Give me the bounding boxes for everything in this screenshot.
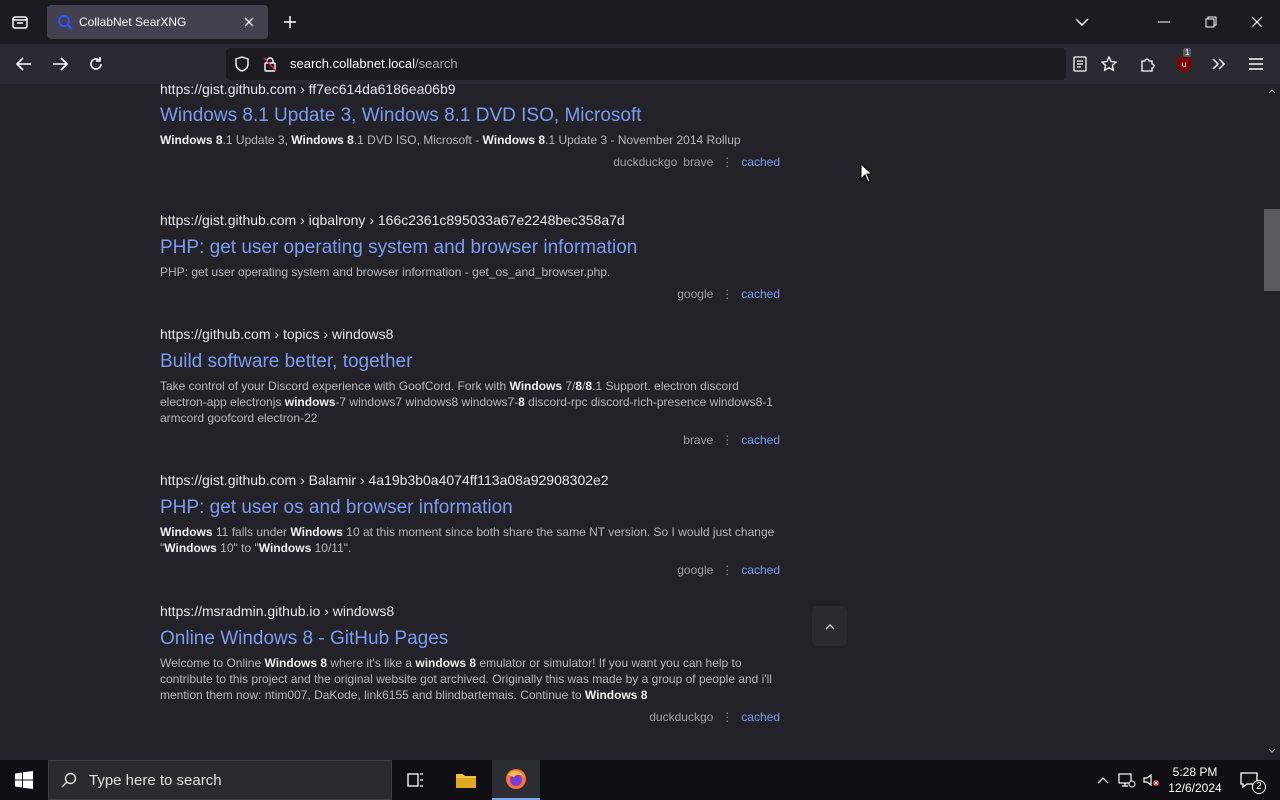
svg-text:u: u — [1181, 60, 1186, 69]
engine-label: brave — [683, 433, 714, 447]
more-tools-chevrons-icon[interactable] — [1207, 52, 1231, 76]
cached-link[interactable]: cached — [741, 710, 780, 724]
result-engines: google ⋮ cached — [160, 286, 780, 302]
new-tab-button[interactable] — [280, 12, 300, 32]
network-icon[interactable] — [1116, 760, 1138, 800]
result-item: https://gist.github.com › Balamir › 4a19… — [160, 471, 780, 578]
scroll-up-arrow-icon[interactable] — [1268, 88, 1276, 94]
tab-overview-icon[interactable] — [8, 10, 32, 34]
engine-label: brave — [683, 155, 714, 169]
reload-icon[interactable] — [84, 52, 108, 76]
result-url[interactable]: https://msradmin.github.io › windows8 — [160, 602, 780, 620]
result-url[interactable]: https://gist.github.com › Balamir › 4a19… — [160, 471, 780, 489]
notification-center-icon[interactable]: 2 — [1234, 760, 1266, 800]
forward-icon[interactable] — [48, 52, 72, 76]
back-icon[interactable] — [12, 52, 36, 76]
file-explorer-icon[interactable] — [442, 760, 490, 800]
restore-icon[interactable] — [1199, 10, 1223, 34]
app-menu-icon[interactable] — [1244, 52, 1268, 76]
cached-link[interactable]: cached — [741, 287, 780, 301]
notification-count-badge: 2 — [1252, 780, 1266, 794]
tab-title: CollabNet SearXNG — [79, 15, 187, 29]
result-snippet: Take control of your Discord experience … — [160, 379, 773, 425]
clock-date: 12/6/2024 — [1168, 781, 1222, 795]
magnifier-icon — [61, 772, 77, 788]
tracking-protection-shield-icon[interactable] — [234, 56, 250, 77]
firefox-taskbar-icon[interactable] — [492, 760, 540, 800]
tab-bar: CollabNet SearXNG — [0, 0, 1280, 44]
mouse-pointer-icon — [860, 162, 874, 188]
cached-link[interactable]: cached — [741, 155, 780, 169]
result-snippet: Windows 11 falls under Windows 10 at thi… — [160, 525, 775, 555]
extension-badge: 1 — [1183, 48, 1192, 57]
clock-time: 5:28 PM — [1172, 765, 1218, 779]
url-path: /search — [415, 56, 458, 71]
windows-start-icon[interactable] — [0, 760, 48, 800]
engine-label: duckduckgo — [649, 710, 714, 724]
kebab-dots-icon: ⋮ — [721, 155, 734, 169]
engine-label: google — [677, 563, 714, 577]
taskbar-search-placeholder: Type here to search — [89, 771, 222, 789]
page-scrollbar[interactable] — [1264, 84, 1280, 760]
ublock-origin-icon[interactable]: u 1 — [1172, 48, 1196, 76]
insecure-lock-icon[interactable] — [262, 56, 278, 77]
search-results-page: https://gist.github.com › ff7ec614da6186… — [0, 84, 1264, 760]
result-item: https://msradmin.github.io › windows8 On… — [160, 602, 780, 725]
bookmark-star-icon[interactable] — [1097, 52, 1121, 76]
result-engines: google ⋮ cached — [160, 562, 780, 578]
kebab-dots-icon: ⋮ — [721, 710, 734, 724]
searxng-favicon-icon — [57, 14, 73, 30]
result-title-link[interactable]: PHP: get user operating system and brows… — [160, 236, 780, 260]
result-title-link[interactable]: PHP: get user os and browser information — [160, 496, 780, 520]
result-item: https://gist.github.com › iqbalrony › 16… — [160, 211, 780, 302]
result-title-link[interactable]: Windows 8.1 Update 3, Windows 8.1 DVD IS… — [160, 104, 780, 128]
scrollbar-thumb[interactable] — [1264, 209, 1280, 291]
result-snippet: PHP: get user operating system and brows… — [160, 265, 611, 279]
windows-taskbar: Type here to search 5:28 PM 12/6/2024 2 — [0, 760, 1280, 800]
result-url[interactable]: https://gist.github.com › ff7ec614da6186… — [160, 84, 780, 98]
result-snippet: Windows 8.1 Update 3, Windows 8.1 DVD IS… — [160, 133, 741, 147]
url-text: search.collabnet.local/search — [290, 56, 458, 71]
task-view-icon[interactable] — [392, 760, 440, 800]
show-hidden-icons-chevron-icon[interactable] — [1094, 760, 1112, 800]
result-engines: duckduckgo ⋮ cached — [160, 709, 780, 725]
tab-close-icon[interactable] — [240, 13, 258, 31]
result-item: https://gist.github.com › ff7ec614da6186… — [160, 84, 780, 170]
active-tab[interactable]: CollabNet SearXNG — [47, 5, 268, 39]
result-engines: duckduckgo brave ⋮ cached — [160, 154, 780, 170]
minimize-icon[interactable] — [1152, 10, 1176, 34]
volume-muted-icon[interactable] — [1140, 760, 1162, 800]
navigation-toolbar: search.collabnet.local/search u 1 — [0, 44, 1280, 84]
engine-label: google — [677, 287, 714, 301]
close-window-icon[interactable] — [1245, 10, 1269, 34]
kebab-dots-icon: ⋮ — [721, 433, 734, 447]
url-domain: search.collabnet.local — [290, 56, 416, 71]
system-clock[interactable]: 5:28 PM 12/6/2024 — [1164, 764, 1226, 796]
scroll-down-arrow-icon[interactable] — [1268, 748, 1276, 754]
extensions-puzzle-icon[interactable] — [1136, 52, 1160, 76]
kebab-dots-icon: ⋮ — [721, 563, 734, 577]
reader-view-icon[interactable] — [1068, 52, 1092, 76]
list-all-tabs-icon[interactable] — [1070, 10, 1094, 34]
kebab-dots-icon: ⋮ — [721, 287, 734, 301]
back-to-top-button[interactable] — [812, 606, 847, 646]
cached-link[interactable]: cached — [741, 563, 780, 577]
result-snippet: Welcome to Online Windows 8 where it's l… — [160, 656, 772, 702]
result-title-link[interactable]: Online Windows 8 - GitHub Pages — [160, 627, 780, 651]
result-item: https://github.com › topics › windows8 B… — [160, 325, 780, 448]
result-url[interactable]: https://github.com › topics › windows8 — [160, 325, 780, 343]
result-engines: brave ⋮ cached — [160, 432, 780, 448]
result-title-link[interactable]: Build software better, together — [160, 350, 780, 374]
engine-label: duckduckgo — [613, 155, 678, 169]
cached-link[interactable]: cached — [741, 433, 780, 447]
taskbar-search-box[interactable]: Type here to search — [48, 760, 392, 800]
address-bar[interactable]: search.collabnet.local/search — [226, 48, 1066, 80]
result-url[interactable]: https://gist.github.com › iqbalrony › 16… — [160, 211, 780, 229]
